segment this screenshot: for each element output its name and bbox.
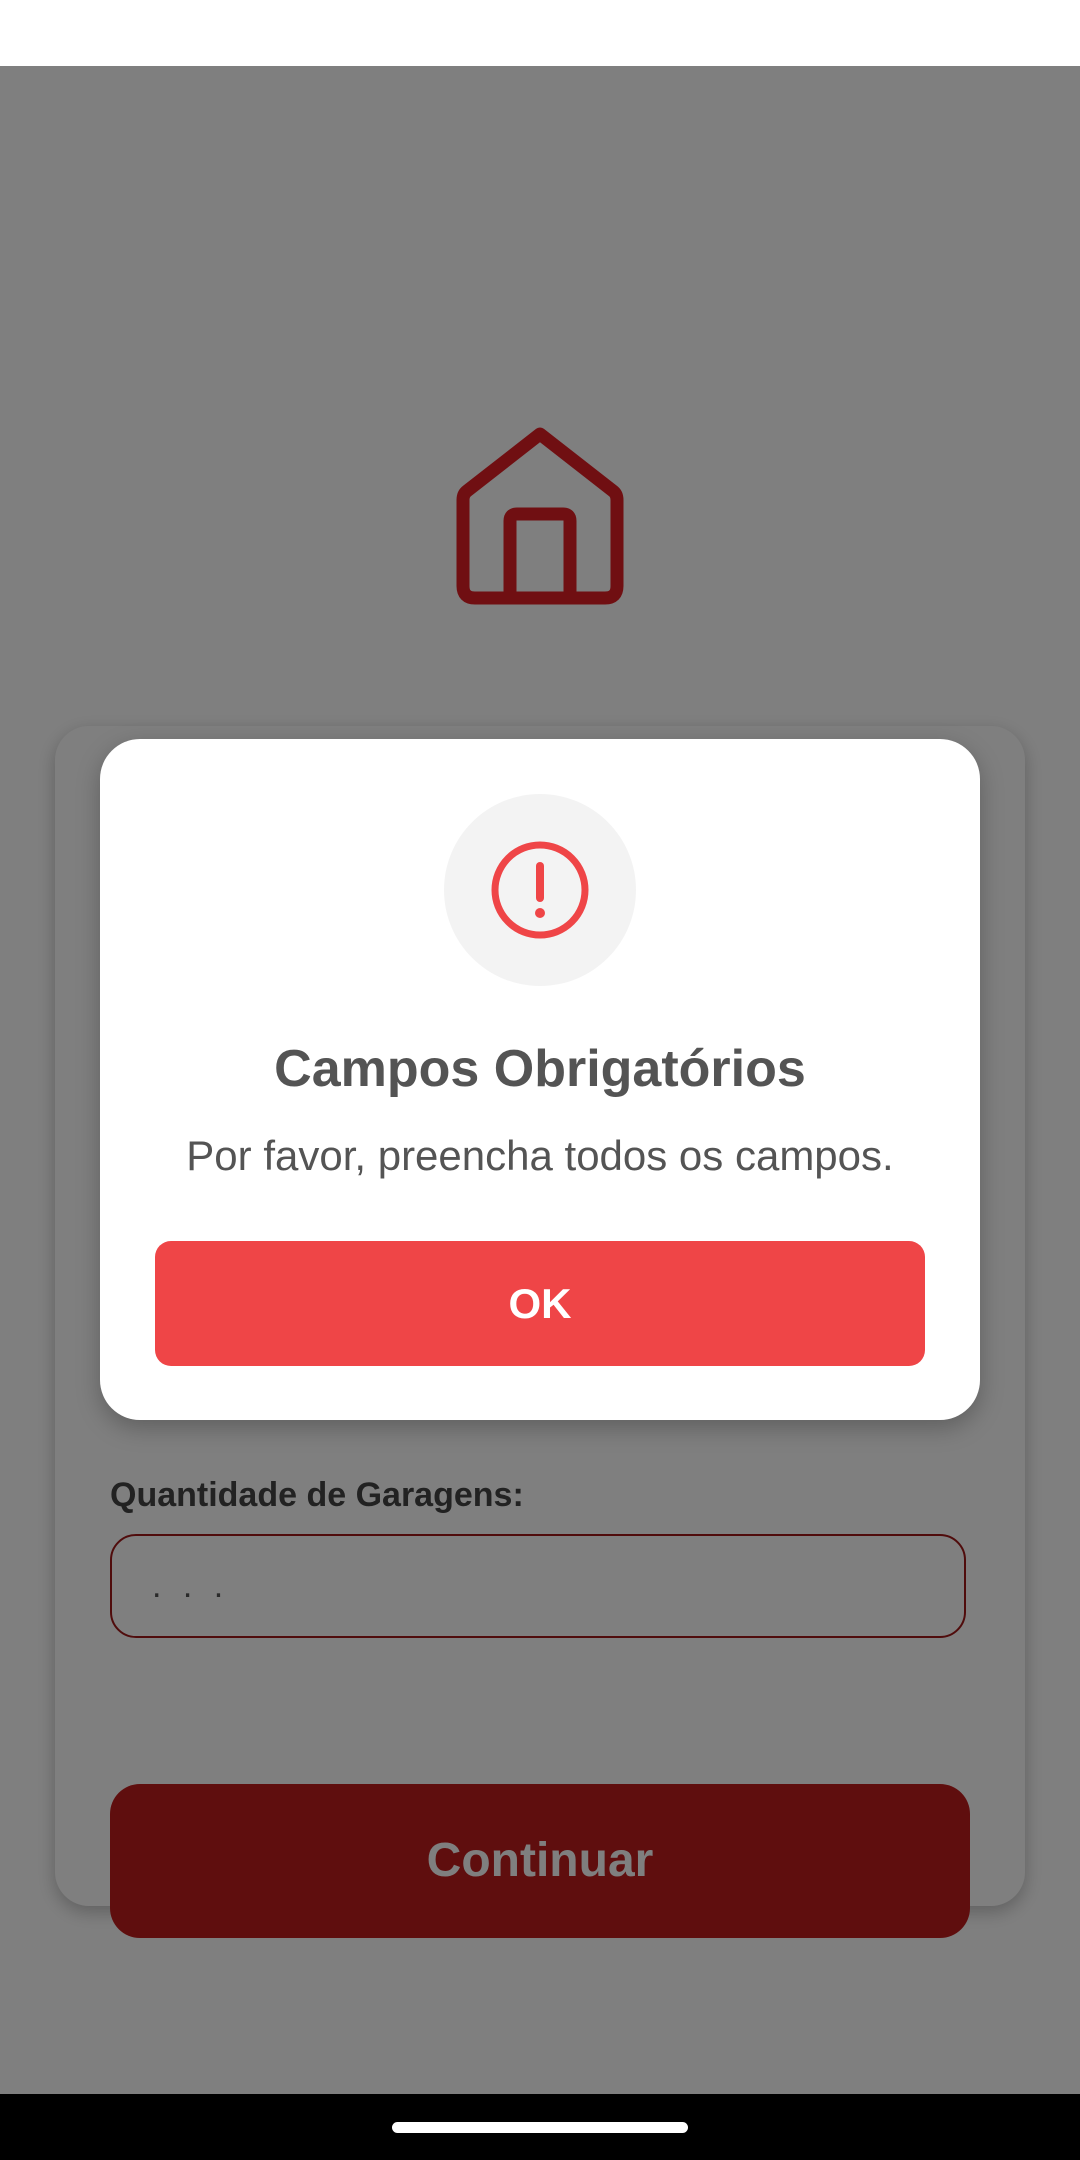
alert-icon-container xyxy=(444,794,636,986)
dialog-title: Campos Obrigatórios xyxy=(274,1040,806,1098)
screen: Quantidade de Garagens: . . . Continuar … xyxy=(0,0,1080,2160)
alert-dialog: Campos Obrigatórios Por favor, preencha … xyxy=(100,739,980,1420)
ok-button[interactable]: OK xyxy=(155,1241,925,1366)
status-bar xyxy=(0,0,1080,66)
navigation-bar xyxy=(0,2094,1080,2160)
home-gesture-handle[interactable] xyxy=(392,2122,688,2133)
dialog-message: Por favor, preencha todos os campos. xyxy=(186,1132,894,1179)
exclamation-circle-icon xyxy=(491,841,589,939)
